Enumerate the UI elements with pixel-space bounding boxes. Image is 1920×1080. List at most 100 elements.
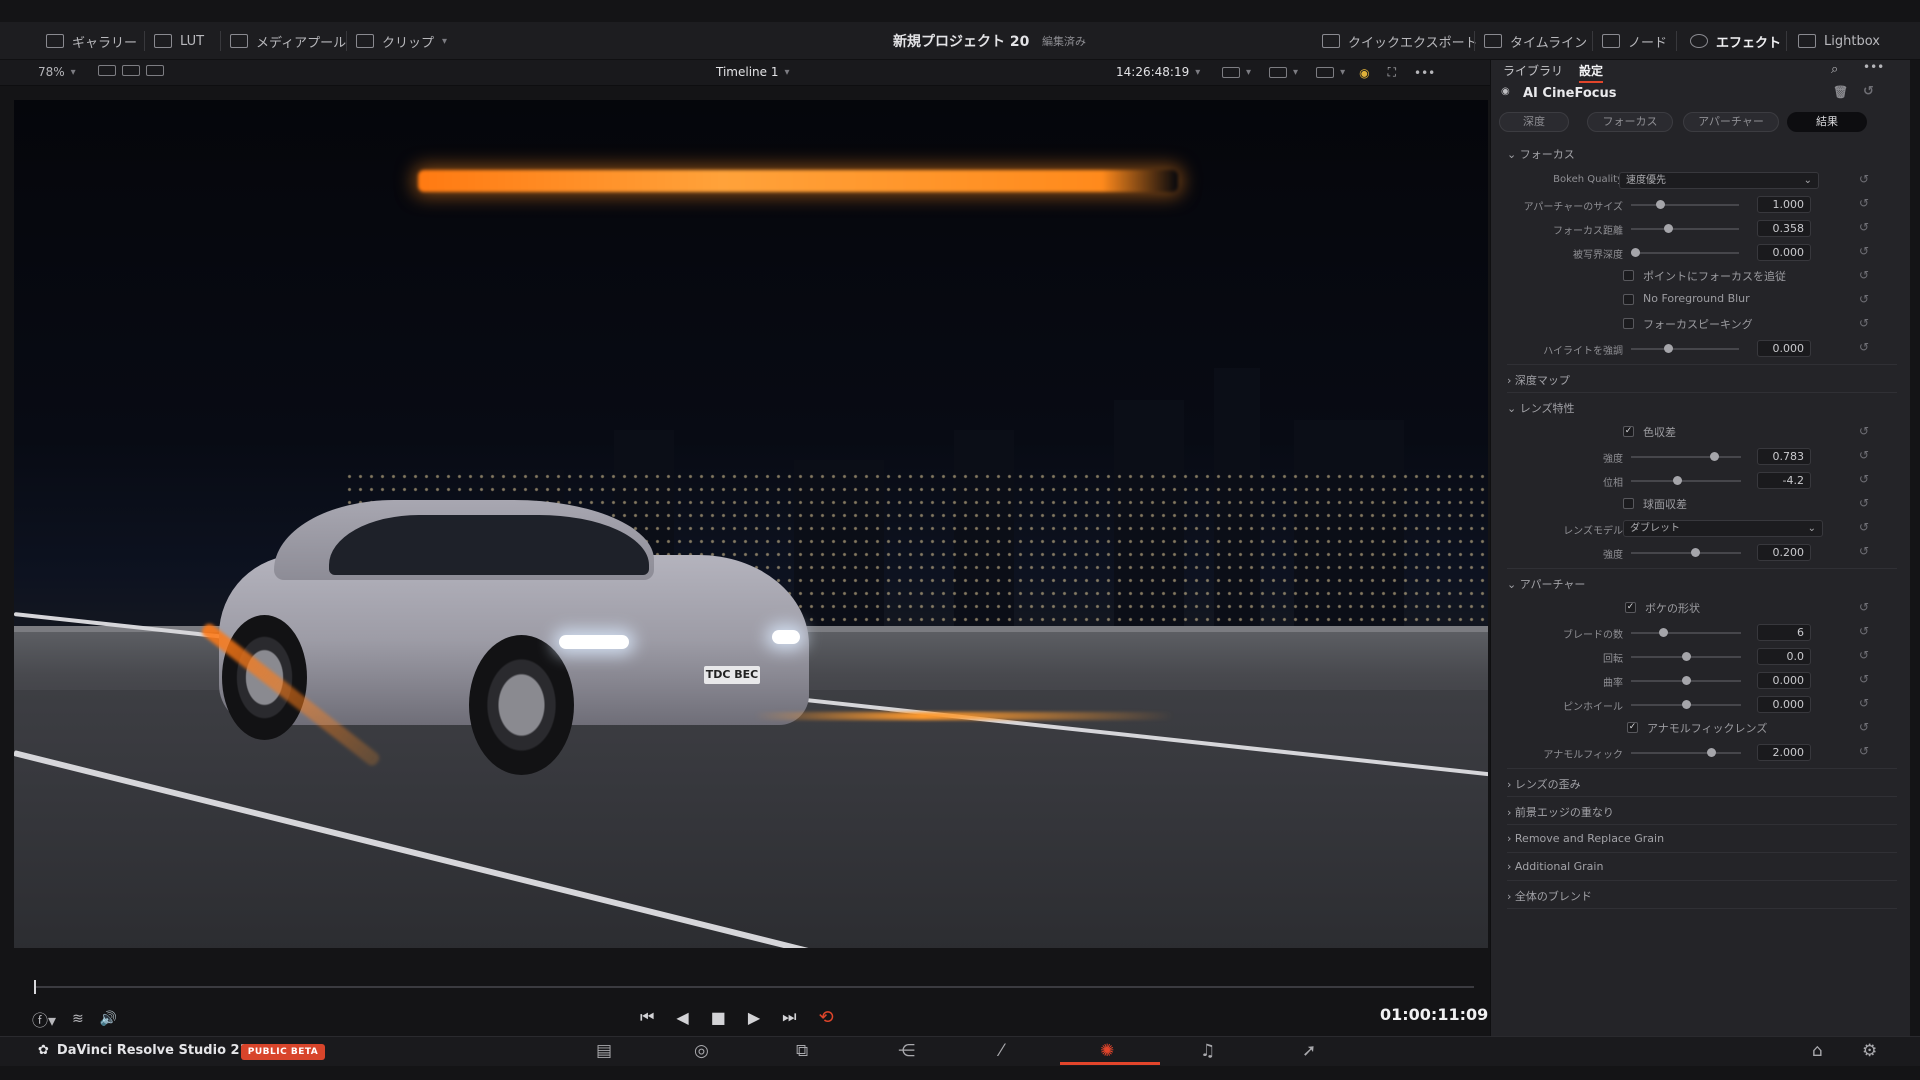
more-options-icon[interactable]: ••• <box>1414 66 1435 80</box>
focus-peaking-checkbox[interactable] <box>1623 318 1634 329</box>
section-lens-distortion[interactable]: › レンズの歪み <box>1507 776 1581 792</box>
slider-knob[interactable] <box>1663 344 1673 353</box>
playhead[interactable] <box>34 980 36 994</box>
anamorphic-lens-checkbox[interactable]: ✓ <box>1627 722 1638 733</box>
segment-focus[interactable]: フォーカス <box>1587 112 1673 132</box>
strength2-value[interactable]: 0.200 <box>1757 544 1811 561</box>
slider-knob[interactable] <box>1663 224 1673 233</box>
phase-value[interactable]: -4.2 <box>1757 472 1811 489</box>
slider-knob[interactable] <box>1655 200 1665 209</box>
reset-icon[interactable]: ↺ <box>1859 472 1869 486</box>
reset-icon[interactable]: ↺ <box>1859 696 1869 710</box>
pinwheel-value[interactable]: 0.000 <box>1757 696 1811 713</box>
reset-icon[interactable]: ↺ <box>1859 448 1869 462</box>
deliver-page-icon[interactable]: ➚ <box>1302 1041 1316 1061</box>
reset-icon[interactable]: ↺ <box>1859 424 1869 438</box>
timeline-button[interactable]: タイムライン <box>1484 30 1587 52</box>
slider-knob[interactable] <box>1706 748 1716 757</box>
scrubber-track[interactable] <box>34 986 1474 988</box>
reset-icon[interactable]: ↺ <box>1859 600 1869 614</box>
segment-result[interactable]: 結果 <box>1787 112 1867 132</box>
search-icon[interactable]: ⌕ <box>1831 62 1838 77</box>
reset-icon[interactable]: ↺ <box>1859 624 1869 638</box>
anamorphic-value[interactable]: 2.000 <box>1757 744 1811 761</box>
bokeh-quality-dropdown[interactable]: 速度優先 ⌄ <box>1619 172 1819 189</box>
segment-depth[interactable]: 深度 <box>1499 112 1569 132</box>
section-lens-characteristics[interactable]: ⌄ レンズ特性 <box>1507 400 1575 416</box>
slider-knob[interactable] <box>1681 676 1691 685</box>
section-global-blend[interactable]: › 全体のブレンド <box>1507 888 1592 904</box>
reset-icon[interactable]: ↺ <box>1859 244 1869 258</box>
reset-icon[interactable]: ↺ <box>1859 172 1869 186</box>
strength-slider[interactable] <box>1631 452 1741 461</box>
slider-knob[interactable] <box>1690 548 1700 557</box>
reset-icon[interactable]: ↺ <box>1859 648 1869 662</box>
reset-icon[interactable]: ↺ <box>1859 340 1869 354</box>
fusion-page-icon[interactable]: ⋲ <box>898 1041 915 1061</box>
clip-button[interactable]: クリップ ▾ <box>356 30 447 52</box>
trash-icon[interactable]: 🗑 <box>1833 85 1848 99</box>
music-page-icon[interactable]: ♫ <box>1200 1041 1215 1061</box>
source-timecode[interactable]: 14:26:48:19 ▾ <box>1116 65 1200 79</box>
video-viewer[interactable]: TDC BEC <box>14 100 1488 948</box>
play-reverse-icon[interactable]: ◀ <box>676 1008 688 1027</box>
lens-model-dropdown[interactable]: ダブレット ⌄ <box>1623 520 1823 537</box>
reset-icon[interactable]: ↺ <box>1859 220 1869 234</box>
rotation-value[interactable]: 0.0 <box>1757 648 1811 665</box>
go-to-start-icon[interactable]: ⏮ <box>640 1007 654 1027</box>
cut-page-icon[interactable]: ◎ <box>694 1041 709 1061</box>
depth-of-field-value[interactable]: 0.000 <box>1757 244 1811 261</box>
section-additional-grain[interactable]: › Additional Grain <box>1507 860 1603 873</box>
spherical-aberration-checkbox[interactable] <box>1623 498 1634 509</box>
aperture-size-value[interactable]: 1.000 <box>1757 196 1811 213</box>
reset-icon[interactable]: ↺ <box>1859 268 1869 282</box>
bokeh-shape-checkbox[interactable]: ✓ <box>1625 602 1636 613</box>
curvature-slider[interactable] <box>1631 676 1741 685</box>
lightbox-button[interactable]: Lightbox <box>1798 30 1880 52</box>
layers-icon[interactable]: ≋ <box>72 1011 84 1027</box>
blades-value[interactable]: 6 <box>1757 624 1811 641</box>
strength-value[interactable]: 0.783 <box>1757 448 1811 465</box>
single-viewer-icon[interactable] <box>98 65 116 76</box>
go-to-end-icon[interactable]: ⏭ <box>782 1007 796 1027</box>
reset-icon[interactable]: ↺ <box>1859 316 1869 330</box>
nodes-button[interactable]: ノード <box>1602 30 1667 52</box>
fairlight-page-icon[interactable]: ⁄ <box>1000 1041 1003 1061</box>
lut-button[interactable]: LUT <box>154 30 204 52</box>
pinwheel-slider[interactable] <box>1631 700 1741 709</box>
edit-page-icon[interactable]: ⧉ <box>796 1041 808 1061</box>
zoom-dropdown[interactable]: 78% ▾ <box>38 65 76 79</box>
safe-area-icon[interactable] <box>1222 67 1240 78</box>
tab-library[interactable]: ライブラリ <box>1503 62 1563 79</box>
play-icon[interactable]: ▶ <box>748 1008 760 1027</box>
timeline-selector[interactable]: Timeline 1 ▾ <box>716 65 790 79</box>
settings-gear-icon[interactable]: ⚙ <box>1862 1041 1877 1061</box>
reset-icon[interactable]: ↺ <box>1863 84 1874 99</box>
gallery-button[interactable]: ギャラリー <box>46 30 137 52</box>
transform-icon[interactable] <box>1316 67 1335 78</box>
section-focus[interactable]: ⌄ フォーカス <box>1507 146 1575 162</box>
no-foreground-blur-checkbox[interactable] <box>1623 294 1634 305</box>
reset-icon[interactable]: ↺ <box>1859 196 1869 210</box>
depth-of-field-slider[interactable] <box>1631 248 1739 257</box>
overlay-icon[interactable] <box>1269 67 1288 78</box>
reset-icon[interactable]: ↺ <box>1859 672 1869 686</box>
color-wheel-icon[interactable]: ◉ <box>1359 66 1369 80</box>
section-remove-replace-grain[interactable]: › Remove and Replace Grain <box>1507 832 1664 845</box>
section-depth-map[interactable]: › 深度マップ <box>1507 372 1570 388</box>
slider-knob[interactable] <box>1709 452 1719 461</box>
grid-viewer-icon[interactable] <box>122 65 140 76</box>
track-focus-checkbox[interactable] <box>1623 270 1634 281</box>
blades-slider[interactable] <box>1631 628 1741 637</box>
speaker-icon[interactable]: 🔊 <box>100 1011 117 1027</box>
highlight-slider[interactable] <box>1631 344 1739 353</box>
strength2-slider[interactable] <box>1631 548 1741 557</box>
reset-icon[interactable]: ↺ <box>1859 292 1869 306</box>
focus-distance-value[interactable]: 0.358 <box>1757 220 1811 237</box>
reset-icon[interactable]: ↺ <box>1859 496 1869 510</box>
fullscreen-icon[interactable]: ⛶ <box>1388 65 1396 80</box>
home-icon[interactable]: ⌂ <box>1812 1041 1823 1061</box>
effects-button[interactable]: エフェクト <box>1690 30 1781 52</box>
more-options-icon[interactable]: ••• <box>1863 60 1884 74</box>
reset-icon[interactable]: ↺ <box>1859 520 1869 534</box>
